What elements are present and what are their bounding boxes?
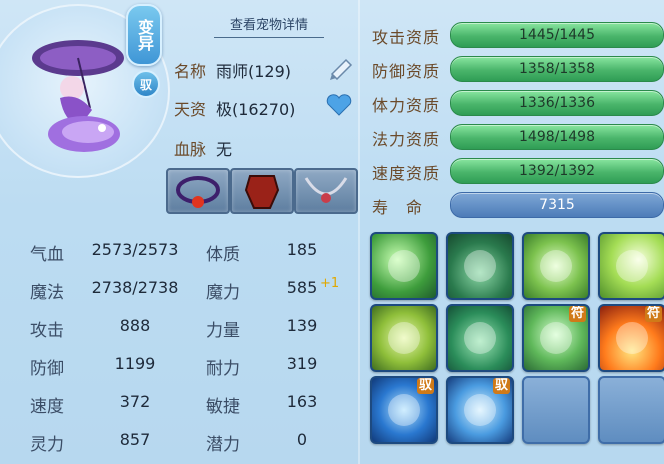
point-label: 魔力 [206, 283, 240, 303]
point-label: 潜力 [206, 435, 240, 455]
equipment-slot-armor[interactable] [230, 168, 294, 214]
attr-label: 魔法 [30, 283, 64, 303]
skill-tag: 符 [568, 306, 586, 322]
point-value: 185 [286, 240, 318, 259]
blood-label: 血脉 [174, 140, 207, 159]
ghost-charm-icon [540, 322, 572, 354]
skill-slot[interactable] [370, 232, 438, 300]
point-value: 163 [286, 392, 318, 411]
skill-tag: 驭 [416, 378, 434, 394]
blue-slash-icon [464, 394, 496, 426]
point-label: 耐力 [206, 359, 240, 379]
attr-label: 攻击 [30, 321, 64, 341]
equipment-slot-necklace[interactable] [294, 168, 358, 214]
aptitude-label: 体力资质 [372, 96, 441, 115]
necklace-item-icon [304, 177, 348, 203]
skill-slot[interactable] [598, 232, 664, 300]
attr-value: 888 [119, 316, 151, 335]
transform-badge-label: 变异 [135, 19, 154, 51]
talent-label: 天资 [174, 100, 207, 119]
attr-label: 气血 [30, 245, 64, 265]
name-value: 雨师(129) [216, 62, 292, 81]
skill-tag: 符 [644, 306, 662, 322]
rider-badge-label: 驭 [139, 77, 152, 92]
skill-slot[interactable] [370, 304, 438, 372]
blue-shield-icon [388, 394, 420, 426]
aptitude-bar: 1336/1336 [450, 90, 664, 116]
skill-slot-empty [598, 376, 664, 444]
attr-value: 2573/2573 [91, 240, 179, 259]
skill-slot[interactable] [446, 232, 514, 300]
aptitude-label: 寿 命 [372, 198, 424, 217]
pet-portrait-image [32, 40, 124, 152]
point-label: 力量 [206, 321, 240, 341]
blood-value: 无 [216, 140, 233, 159]
aptitude-label: 速度资质 [372, 164, 441, 183]
skill-slot[interactable] [522, 232, 590, 300]
attr-label: 灵力 [30, 435, 64, 455]
skill-slot[interactable]: 驭 [446, 376, 514, 444]
skill-slot-empty [522, 376, 590, 444]
attr-value: 2738/2738 [91, 278, 179, 297]
attr-label: 防御 [30, 359, 64, 379]
skill-tag: 驭 [492, 378, 510, 394]
attr-value: 1199 [114, 354, 156, 373]
aptitude-label: 攻击资质 [372, 28, 441, 47]
skill-slot[interactable]: 符 [598, 304, 664, 372]
aptitude-bar: 1445/1445 [450, 22, 664, 48]
rider-badge: 驭 [132, 70, 160, 98]
lifespan-bar: 7315 [450, 192, 664, 218]
name-label: 名称 [174, 62, 207, 81]
collar-item-icon [176, 176, 220, 208]
attr-label: 速度 [30, 397, 64, 417]
skill-slot[interactable]: 符 [522, 304, 590, 372]
ghost-cry-icon [388, 250, 420, 282]
point-value: 0 [296, 430, 308, 449]
point-label: 敏捷 [206, 397, 240, 417]
palm-light-icon [616, 250, 648, 282]
body-shadow-icon [464, 250, 496, 282]
point-label: 体质 [206, 245, 240, 265]
transform-badge: 变异 [126, 4, 162, 66]
skill-slot[interactable] [446, 304, 514, 372]
aptitude-bar: 1498/1498 [450, 124, 664, 150]
aptitude-bar: 1358/1358 [450, 56, 664, 82]
attr-value: 857 [119, 430, 151, 449]
aptitude-label: 法力资质 [372, 130, 441, 149]
point-value: 139 [286, 316, 318, 335]
point-value: 319 [286, 354, 318, 373]
equipment-slot-collar[interactable] [166, 168, 230, 214]
shield-banner-icon [388, 322, 420, 354]
view-pet-details-link[interactable]: 查看宠物详情 [214, 14, 324, 38]
armor-item-icon [244, 175, 280, 209]
rename-pencil-icon[interactable] [326, 54, 356, 80]
hand-seal-icon [540, 250, 572, 282]
fire-charm-icon [616, 322, 648, 354]
skill-slot[interactable]: 驭 [370, 376, 438, 444]
point-bonus: +1 [320, 276, 340, 291]
favorite-heart-icon[interactable] [326, 94, 352, 116]
aptitude-label: 防御资质 [372, 62, 441, 81]
green-serpent-icon [464, 322, 496, 354]
aptitude-bar: 1392/1392 [450, 158, 664, 184]
talent-value: 极(16270) [216, 100, 296, 119]
attr-value: 372 [119, 392, 151, 411]
panel-divider [358, 0, 360, 464]
